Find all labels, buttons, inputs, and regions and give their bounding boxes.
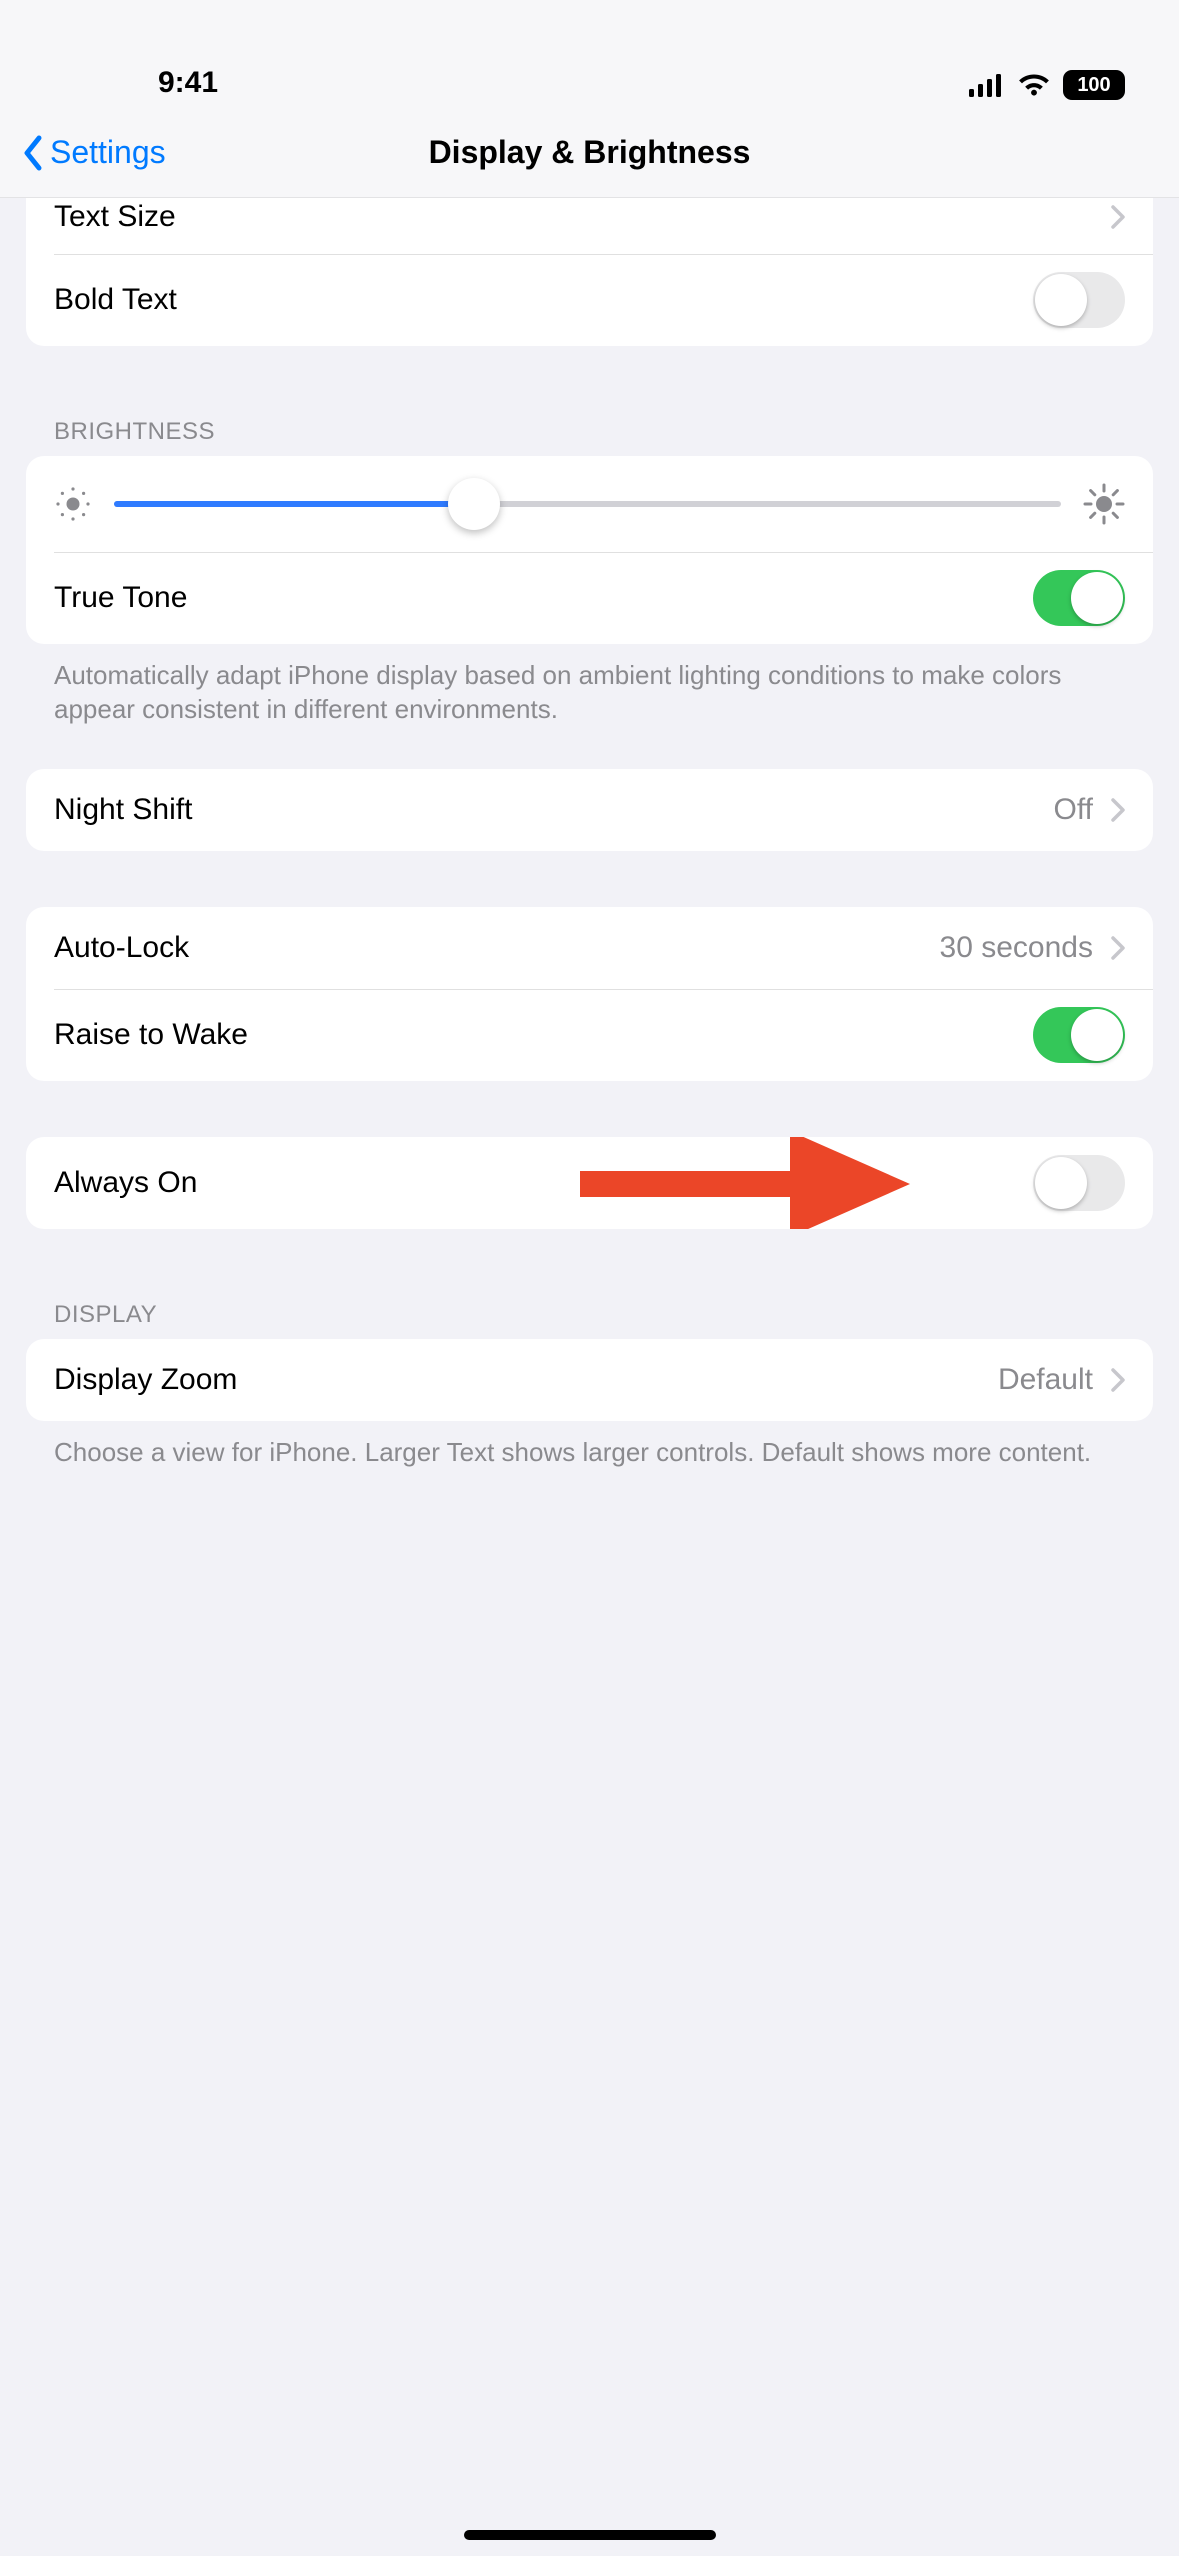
brightness-group: BRIGHTNESS True To: [26, 372, 1153, 727]
text-size-label: Text Size: [54, 200, 176, 234]
always-on-toggle[interactable]: [1033, 1155, 1125, 1211]
text-appearance-group: Text Size Bold Text: [26, 198, 1153, 346]
auto-lock-label: Auto-Lock: [54, 931, 189, 965]
status-indicators: 100: [969, 70, 1129, 100]
text-size-row[interactable]: Text Size: [26, 198, 1153, 254]
bold-text-toggle[interactable]: [1033, 272, 1125, 328]
annotation-arrow-icon: [580, 1137, 920, 1229]
always-on-label: Always On: [54, 1166, 197, 1200]
sun-max-icon: [1083, 483, 1125, 525]
display-zoom-label: Display Zoom: [54, 1363, 237, 1397]
bold-text-label: Bold Text: [54, 283, 177, 317]
raise-to-wake-toggle[interactable]: [1033, 1007, 1125, 1063]
display-zoom-value: Default: [998, 1363, 1093, 1397]
night-shift-group: Night Shift Off: [26, 769, 1153, 851]
auto-lock-value: 30 seconds: [940, 931, 1093, 965]
night-shift-label: Night Shift: [54, 793, 192, 827]
back-label: Settings: [50, 134, 166, 171]
chevron-right-icon: [1111, 936, 1125, 960]
true-tone-row[interactable]: True Tone: [26, 552, 1153, 644]
back-button[interactable]: Settings: [22, 134, 166, 171]
page-title: Display & Brightness: [429, 134, 751, 171]
status-time: 9:41: [50, 66, 218, 100]
raise-to-wake-row[interactable]: Raise to Wake: [26, 989, 1153, 1081]
status-bar: 9:41 100: [0, 0, 1179, 108]
brightness-slider[interactable]: [114, 478, 1061, 530]
wifi-icon: [1017, 73, 1051, 97]
display-zoom-group: DISPLAY Display Zoom Default Choose a vi…: [26, 1255, 1153, 1469]
chevron-right-icon: [1111, 205, 1125, 229]
display-zoom-header: DISPLAY: [26, 1255, 1153, 1339]
always-on-group: Always On: [26, 1137, 1153, 1229]
nav-bar: Settings Display & Brightness: [0, 108, 1179, 198]
lock-group: Auto-Lock 30 seconds Raise to Wake: [26, 907, 1153, 1081]
battery-icon: 100: [1063, 70, 1125, 100]
true-tone-label: True Tone: [54, 581, 187, 615]
brightness-slider-row[interactable]: [26, 456, 1153, 552]
chevron-right-icon: [1111, 1368, 1125, 1392]
bold-text-row[interactable]: Bold Text: [26, 254, 1153, 346]
raise-to-wake-label: Raise to Wake: [54, 1018, 248, 1052]
display-zoom-footer: Choose a view for iPhone. Larger Text sh…: [26, 1421, 1153, 1469]
auto-lock-row[interactable]: Auto-Lock 30 seconds: [26, 907, 1153, 989]
display-zoom-row[interactable]: Display Zoom Default: [26, 1339, 1153, 1421]
sun-min-icon: [54, 485, 92, 523]
true-tone-toggle[interactable]: [1033, 570, 1125, 626]
home-indicator: [464, 2530, 716, 2540]
brightness-header: BRIGHTNESS: [26, 372, 1153, 456]
cellular-icon: [969, 73, 1005, 97]
chevron-right-icon: [1111, 798, 1125, 822]
true-tone-footer: Automatically adapt iPhone display based…: [26, 644, 1153, 727]
night-shift-value: Off: [1054, 793, 1093, 827]
always-on-row[interactable]: Always On: [26, 1137, 1153, 1229]
night-shift-row[interactable]: Night Shift Off: [26, 769, 1153, 851]
chevron-left-icon: [22, 135, 44, 171]
